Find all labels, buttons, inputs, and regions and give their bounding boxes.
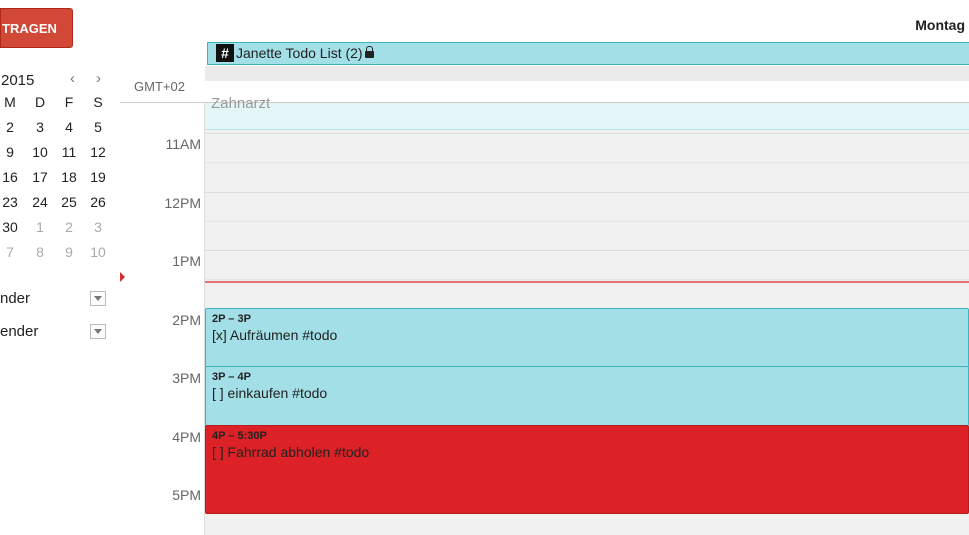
weekday-label: M	[4, 94, 16, 110]
mini-calendar-day[interactable]: 23	[0, 194, 23, 210]
mini-calendar-week: 16 17 18 19	[0, 169, 115, 194]
event-time: 4P – 5:30P	[212, 430, 267, 442]
dropdown-arrow-icon[interactable]	[90, 324, 106, 339]
hour-label: 3PM	[172, 370, 201, 386]
mini-calendar-day[interactable]: 5	[85, 119, 111, 135]
calendar-list-label: nder	[0, 290, 31, 307]
hour-label: 12PM	[164, 195, 201, 211]
lock-icon	[364, 45, 374, 58]
mini-calendar-day[interactable]: 9	[56, 244, 82, 260]
allday-area[interactable]	[205, 66, 969, 81]
mini-calendar-header: 2015 ‹ ›	[0, 70, 115, 90]
hour-line	[205, 133, 969, 134]
calendar-list: nder ender	[0, 290, 115, 356]
event-time: 2P – 3P	[212, 313, 251, 325]
event-title: [ ] einkaufen #todo	[212, 385, 328, 401]
weekday-row: MDFS	[0, 94, 115, 119]
allday-event[interactable]: # Janette Todo List (2)	[207, 42, 969, 65]
mini-calendar-day[interactable]: 2	[0, 119, 23, 135]
hour-label: 11AM	[165, 136, 201, 152]
calendar-event[interactable]: 4P – 5:30P [ ] Fahrrad abholen #todo	[205, 425, 969, 514]
mini-calendar-day[interactable]: 30	[0, 219, 23, 235]
event-title: [x] Aufräumen #todo	[212, 327, 338, 343]
calendar-event[interactable]: 3P – 4P [ ] einkaufen #todo	[205, 366, 969, 426]
weekday-label: F	[64, 94, 74, 110]
timezone-label: GMT+02	[134, 79, 185, 94]
hour-label: 5PM	[172, 487, 201, 503]
mini-calendar-day[interactable]: 26	[85, 194, 111, 210]
calendar-event[interactable]: 2P – 3P [x] Aufräumen #todo	[205, 308, 969, 368]
hashtag-icon: #	[216, 44, 234, 62]
mini-calendar-day[interactable]: 4	[56, 119, 82, 135]
half-hour-line	[205, 279, 969, 280]
hour-line	[205, 192, 969, 193]
day-column-header[interactable]: Montag	[915, 17, 965, 33]
half-hour-line	[205, 221, 969, 222]
mini-calendar-day[interactable]: 10	[27, 144, 53, 160]
mini-calendar-day[interactable]: 25	[56, 194, 82, 210]
mini-calendar-day[interactable]: 12	[85, 144, 111, 160]
mini-calendar-day[interactable]: 3	[27, 119, 53, 135]
mini-calendar-day[interactable]: 2	[56, 219, 82, 235]
hour-line	[205, 250, 969, 251]
current-time-marker-icon	[120, 272, 125, 282]
half-hour-line	[205, 162, 969, 163]
mini-calendar-day[interactable]: 10	[85, 244, 111, 260]
create-button[interactable]: TRAGEN	[0, 8, 73, 48]
hour-label: 4PM	[172, 429, 201, 445]
mini-calendar-day[interactable]: 1	[27, 219, 53, 235]
previous-event-title: Zahnarzt	[211, 95, 271, 112]
previous-event-fragment[interactable]: Zahnarzt	[205, 95, 969, 130]
mini-calendar-day[interactable]: 18	[56, 169, 82, 185]
mini-calendar-day[interactable]: 7	[0, 244, 23, 260]
mini-calendar-week: 30 1 2 3	[0, 219, 115, 244]
mini-calendar-grid: M D F S 2 3 4 5 9 10 11 12 16 17 18 19 23 24 25 26 30 1 2 3 7 8 9 1…	[0, 94, 115, 269]
calendar-list-label: ender	[0, 323, 39, 340]
dropdown-arrow-icon[interactable]	[90, 291, 106, 306]
weekday-label: S	[93, 94, 103, 110]
mini-calendar-day[interactable]: 16	[0, 169, 23, 185]
current-time-line	[205, 281, 969, 283]
calendar-list-item[interactable]: ender	[0, 323, 115, 356]
next-month-icon[interactable]: ›	[96, 70, 101, 87]
mini-calendar-day[interactable]: 11	[56, 144, 82, 160]
mini-calendar-day[interactable]: 8	[27, 244, 53, 260]
prev-month-icon[interactable]: ‹	[70, 70, 75, 87]
time-grid: Zahnarzt 11AM 12PM 1PM 2PM 3PM 4PM 5PM 2P – 3P […	[120, 95, 969, 535]
mini-calendar-year: 2015	[1, 72, 35, 89]
mini-calendar-day[interactable]: 19	[85, 169, 111, 185]
mini-calendar-week: 23 24 25 26	[0, 194, 115, 219]
hour-label: 2PM	[172, 312, 201, 328]
weekday-label: D	[34, 94, 46, 110]
hour-label: 1PM	[172, 253, 201, 269]
mini-calendar-week: 9 10 11 12	[0, 144, 115, 169]
event-time: 3P – 4P	[212, 371, 251, 383]
allday-event-title: Janette Todo List (2)	[236, 45, 363, 61]
mini-calendar-day[interactable]: 9	[0, 144, 23, 160]
mini-calendar-day[interactable]: 24	[27, 194, 53, 210]
mini-calendar-week: 2345	[0, 119, 115, 144]
mini-calendar-day[interactable]: 3	[85, 219, 111, 235]
mini-calendar-week: 7 8 9 10	[0, 244, 115, 269]
mini-calendar-day[interactable]: 17	[27, 169, 53, 185]
event-title: [ ] Fahrrad abholen #todo	[212, 444, 370, 460]
calendar-list-item[interactable]: nder	[0, 290, 115, 323]
